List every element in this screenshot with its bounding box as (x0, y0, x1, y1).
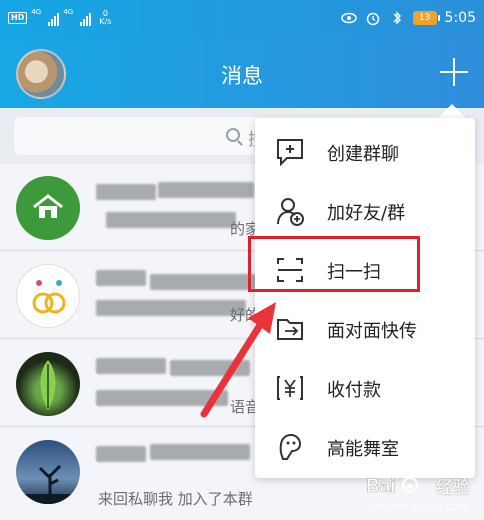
watermark: Bai 经验 (366, 472, 470, 498)
chat-plus-icon (277, 139, 303, 167)
eye-icon (340, 12, 357, 24)
signal-icon-2: 4G (63, 8, 92, 26)
ghost-icon (279, 433, 302, 460)
hd-badge: HD (8, 12, 28, 24)
chat-avatar (16, 440, 80, 504)
chat-avatar (16, 176, 80, 240)
watermark-domain: jingyan.baidu.com (368, 500, 470, 513)
clock: 5:05 (444, 10, 476, 26)
menu-item-create-group[interactable]: 创建群聊 (255, 122, 475, 181)
baidu-logo-icon: Bai (366, 476, 418, 497)
network-type-label-2: 4G (63, 8, 74, 16)
popup-arrow (438, 104, 466, 118)
tree-icon (16, 464, 80, 504)
page-title: 消息 (221, 64, 263, 88)
plant-icon (40, 360, 56, 410)
status-right: 13 5:05 (340, 10, 476, 26)
search-icon (226, 128, 240, 142)
rings-icon (32, 280, 66, 314)
network-type-label: 4G (31, 8, 42, 16)
bluetooth-icon (393, 11, 401, 25)
menu-item-label: 面对面快传 (327, 321, 417, 342)
status-bar: HD 4G 4G 0 K/s 13 5:05 (0, 0, 484, 38)
menu-item-label: 加好友/群 (327, 203, 406, 224)
app-header: 消息 (0, 38, 484, 108)
signal-icon: 4G (31, 8, 60, 26)
add-user-icon (277, 198, 304, 226)
net-speed: 0 K/s (99, 10, 111, 26)
menu-item-label: 高能舞室 (327, 439, 399, 460)
watermark-text: 经验 (436, 477, 470, 498)
pointer-arrow-icon (200, 302, 276, 418)
menu-item-label: 收付款 (327, 380, 381, 401)
house-icon (33, 194, 63, 218)
highlight-box (248, 236, 420, 292)
plus-button[interactable] (438, 56, 470, 88)
svg-text:Bai: Bai (366, 476, 396, 497)
chat-avatar (16, 264, 80, 328)
net-speed-unit: K/s (99, 17, 112, 26)
chat-snippet-last: 来回私聊我 加入了本群 (98, 490, 253, 508)
menu-item-add-friend[interactable]: 加好友/群 (255, 181, 475, 240)
alarm-icon (366, 12, 379, 26)
status-left: HD 4G 4G 0 K/s (8, 8, 111, 26)
menu-item-label: 创建群聊 (327, 144, 399, 165)
battery-indicator: 13 (412, 11, 440, 25)
chat-avatar (16, 352, 80, 416)
